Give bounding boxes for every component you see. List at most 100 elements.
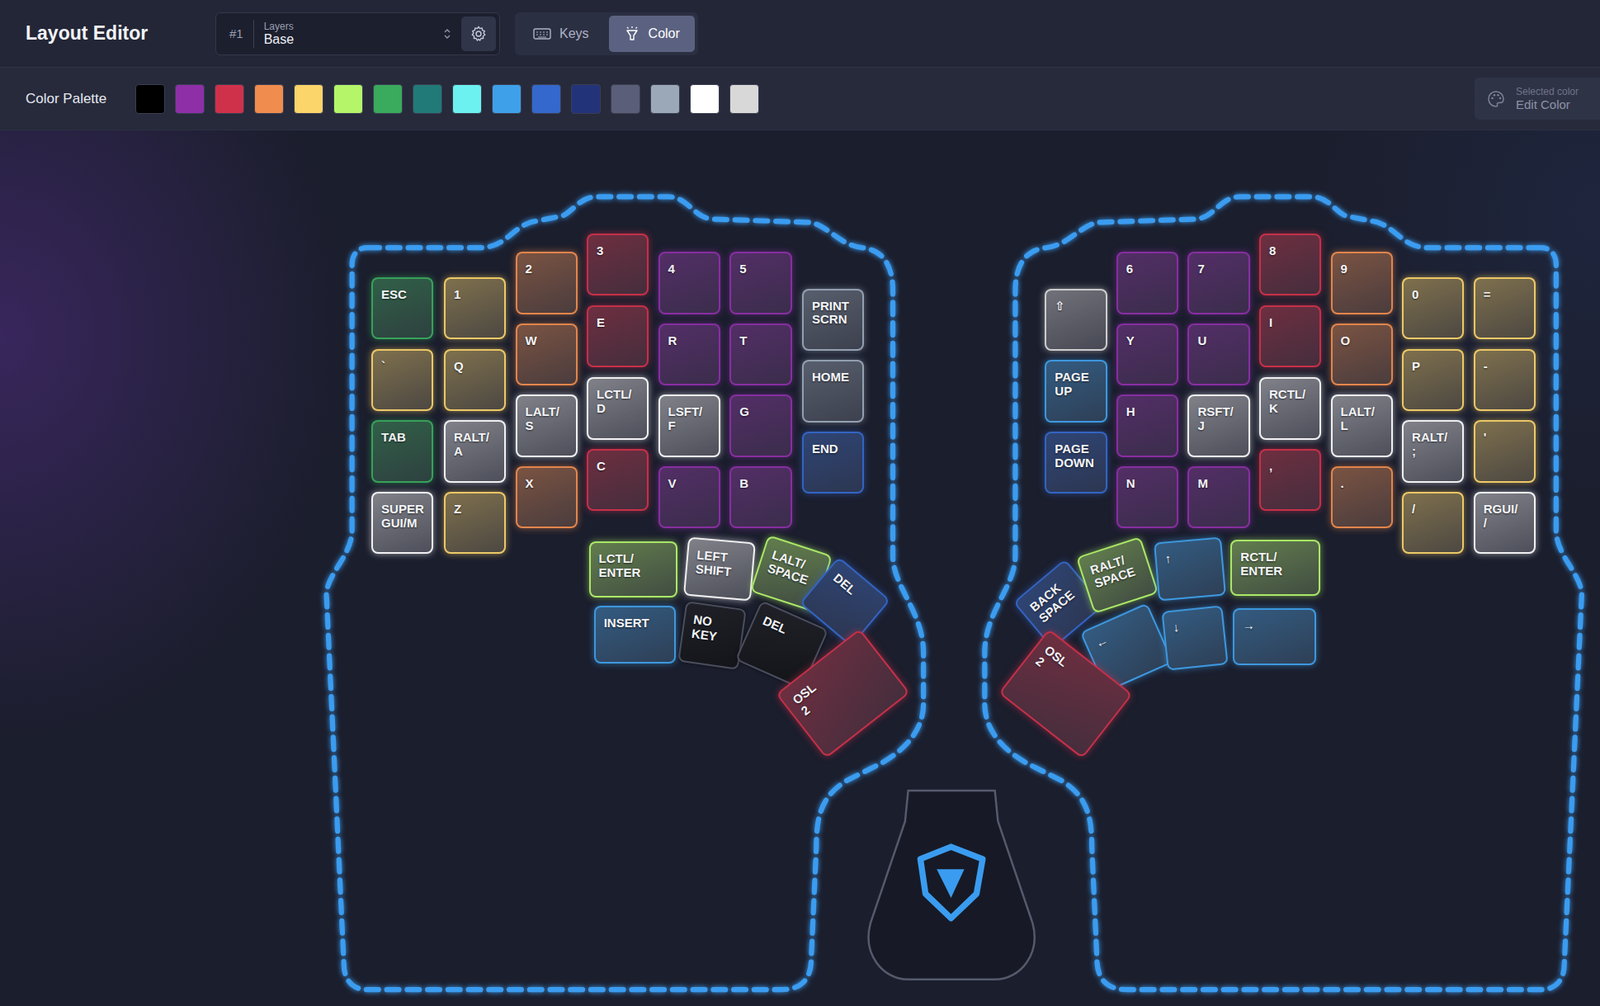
keyboard-key[interactable]: / [1401,491,1464,554]
layer-selector[interactable]: #1LayersBase [215,12,501,56]
keyboard-key[interactable]: LCTL/D [586,377,649,439]
mode-tab[interactable]: Color [608,15,695,52]
keyboard-key[interactable]: 8 [1259,233,1322,296]
layer-divider [253,19,255,48]
keyboard-key[interactable]: N [1116,466,1179,529]
key-label: ` [381,359,386,374]
color-swatch[interactable] [174,84,205,114]
color-swatch[interactable] [531,84,562,114]
key-label: LCTL/ [596,387,633,402]
keyboard-key[interactable]: H [1116,394,1179,457]
keyboard-key[interactable]: LEFTSHIFT [683,536,756,600]
keyboard-key[interactable]: R [658,323,721,386]
mode-tab[interactable]: Keys [518,15,605,52]
keyboard-key[interactable]: E [586,305,649,368]
keyboard-key[interactable]: LALT/L [1330,394,1393,457]
keyboard-key[interactable]: RALT/A [443,420,506,482]
color-swatch[interactable] [372,84,403,114]
keyboard-key[interactable]: Z [443,491,506,554]
keyboard-key[interactable]: G [729,394,792,457]
keyboard-key[interactable]: , [1259,448,1322,511]
color-swatch[interactable] [491,84,522,114]
color-swatch[interactable] [452,84,482,114]
color-swatch[interactable] [610,84,641,114]
color-swatch[interactable] [689,84,720,114]
keyboard-key[interactable]: 7 [1187,251,1250,314]
keyboard-key[interactable]: ESC [371,277,434,340]
key-label: TAB [381,430,406,445]
key-label: KEY [690,626,718,644]
keyboard-key[interactable]: INSERT [594,605,676,663]
keyboard-key[interactable]: T [729,323,792,386]
keyboard-key[interactable]: 6 [1116,251,1179,314]
keyboard-key[interactable]: - [1473,349,1536,411]
updown-icon[interactable] [443,27,452,41]
keyboard-key[interactable]: RALT/; [1401,420,1464,482]
keyboard-key[interactable]: C [586,448,649,511]
keyboard-key[interactable]: Y [1116,323,1179,386]
edit-color-button[interactable]: Selected colorEdit Color [1474,77,1600,120]
keyboard-key[interactable]: I [1259,305,1322,368]
keyboard-key[interactable]: HOME [802,359,864,422]
keyboard-key[interactable]: NOKEY [677,600,747,671]
keyboard-key[interactable]: ' [1473,420,1536,482]
key-label: Q [453,359,464,374]
keyboard-key[interactable]: P [1401,349,1464,411]
keyboard-key[interactable]: ⇧ [1044,288,1107,351]
keyboard-key[interactable]: LALT/S [515,394,578,457]
keyboard-key[interactable]: = [1473,277,1536,340]
keyboard-key[interactable]: B [729,466,792,529]
keyboard-key[interactable]: ` [371,349,434,411]
keyboard-key[interactable]: 1 [443,277,506,340]
keyboard-key[interactable]: RGUI// [1473,491,1536,554]
keyboard-key[interactable]: RSFT/J [1187,394,1250,457]
keyboard-key[interactable]: W [515,323,578,386]
keyboard-key[interactable]: LSFT/F [658,394,721,457]
key-label: ↓ [1172,620,1180,635]
keyboard-key[interactable]: 5 [729,251,792,314]
keyboard-key[interactable]: V [658,466,721,529]
keyboard-key[interactable]: 9 [1330,251,1393,314]
page-title: Layout Editor [25,22,216,45]
color-swatch[interactable] [571,84,601,114]
key-label: UP [1054,384,1072,399]
keyboard-key[interactable]: PRINTSCRN [802,288,864,351]
keyboard-key[interactable]: ↑ [1153,536,1226,600]
keyboard-key[interactable]: 0 [1401,277,1464,340]
keyboard-key[interactable]: LCTL/ENTER [589,541,679,598]
keyboard-key[interactable]: PAGEDOWN [1044,431,1107,494]
keyboard-key[interactable]: U [1187,323,1250,386]
keyboard-key[interactable]: RCTL/ENTER [1230,539,1321,596]
keyboard-key[interactable]: M [1187,466,1250,529]
layer-text: LayersBase [264,20,434,48]
color-swatch[interactable] [333,84,364,114]
color-swatch[interactable] [729,84,760,114]
keyboard-key[interactable]: Q [443,349,506,411]
color-swatch[interactable] [293,84,324,114]
color-swatch[interactable] [650,84,680,114]
key-label: E [596,316,605,331]
keyboard-canvas: ESC ` TAB SUPERGUI/M 1 Q RALT/A Z 2 W LALT/S X 3 E LCT… [0,130,1600,1006]
keyboard-key[interactable]: 3 [586,233,649,296]
keyboard-key[interactable]: 2 [515,251,578,314]
keyboard-key[interactable]: TAB [371,420,434,482]
keyboard-key[interactable]: 4 [658,251,721,314]
keyboard-key[interactable]: PAGEUP [1044,359,1107,422]
key-label: SCRN [811,312,848,327]
color-swatch[interactable] [214,84,245,114]
color-swatch[interactable] [135,84,166,114]
keyboard-key[interactable]: END [802,431,864,494]
color-swatch[interactable] [412,84,443,114]
keyboard-key[interactable]: O [1330,323,1393,386]
keyboard-key[interactable]: X [515,466,578,529]
brand-logo-icon [920,846,982,919]
keyboard-key[interactable]: RCTL/K [1259,377,1322,439]
layer-settings-button[interactable] [461,16,496,52]
keyboard-key[interactable]: SUPERGUI/M [371,491,434,554]
key-label: W [525,334,538,349]
key-label: / [1411,502,1416,517]
keyboard-key[interactable]: ↓ [1161,604,1228,671]
keyboard-key[interactable]: → [1232,608,1317,666]
color-swatch[interactable] [254,84,284,114]
keyboard-key[interactable]: . [1330,466,1393,529]
